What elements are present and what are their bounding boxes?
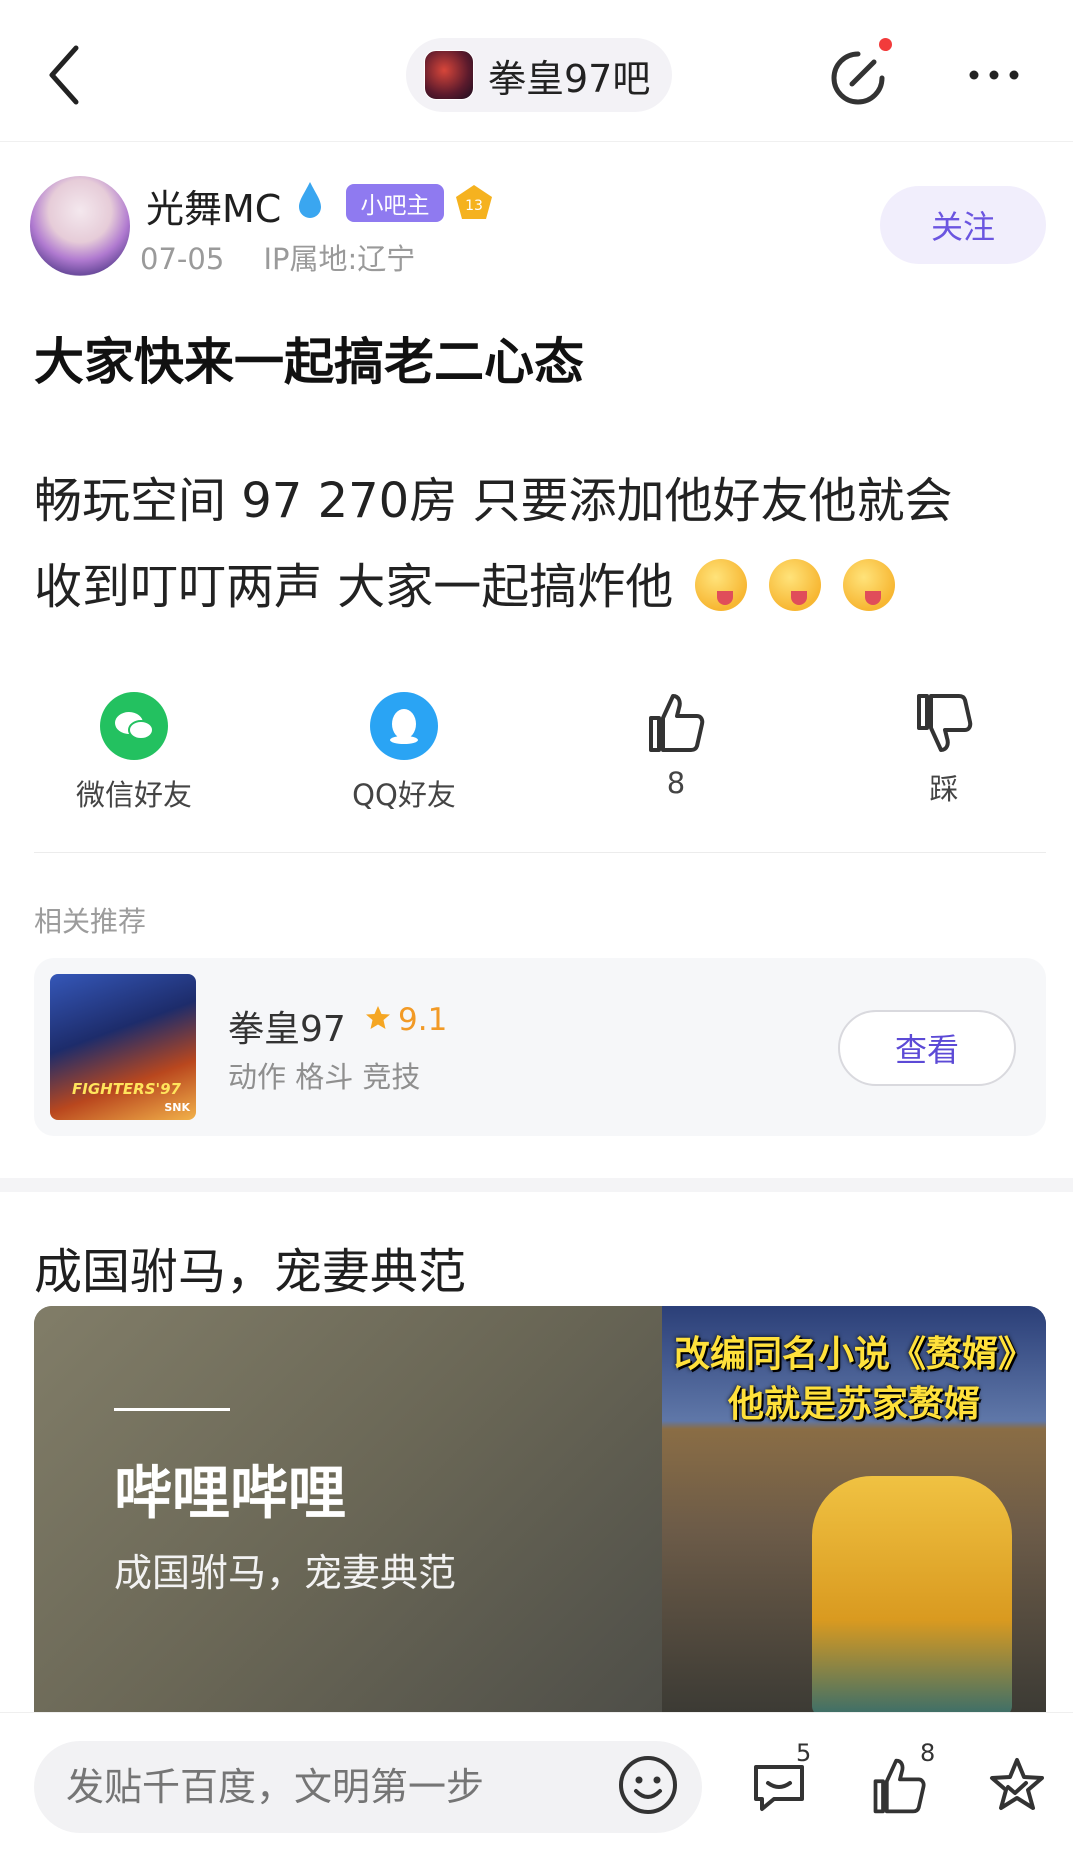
like-button[interactable]: 8 bbox=[576, 686, 776, 800]
post-body-line: 畅玩空间 97 270房 只要添加他好友他就会 bbox=[34, 473, 953, 529]
yum-emoji-icon bbox=[843, 559, 896, 611]
thumbs-up-icon bbox=[649, 694, 705, 752]
comment-input[interactable] bbox=[34, 1741, 702, 1833]
ad-caption: 改编同名小说《赘婿》 他就是苏家赘婿 bbox=[662, 1330, 1046, 1430]
divider bbox=[34, 852, 1046, 853]
game-cover-brand: SNK bbox=[164, 1101, 190, 1114]
water-drop-icon bbox=[299, 182, 321, 218]
comment-count: 5 bbox=[796, 1739, 812, 1767]
emoji-icon[interactable] bbox=[616, 1753, 680, 1817]
ad-video-thumbnail: 改编同名小说《赘婿》 他就是苏家赘婿 bbox=[662, 1306, 1046, 1716]
post-body-line-2: 收到叮叮两声 大家一起搞炸他 bbox=[34, 544, 1044, 630]
game-name: 拳皇97 bbox=[228, 1009, 346, 1050]
ad-banner[interactable]: 哔哩哔哩 成国驸马，宠妻典范 改编同名小说《赘婿》 他就是苏家赘婿 bbox=[34, 1306, 1046, 1716]
notification-dot bbox=[879, 38, 892, 51]
forum-name: 拳皇97吧 bbox=[488, 56, 651, 101]
bottom-bar: 5 8 bbox=[0, 1712, 1073, 1857]
game-cover-logo: FIGHTERS'97 bbox=[72, 1080, 181, 1098]
post-body: 畅玩空间 97 270房 只要添加他好友他就会 收到叮叮两声 大家一起搞炸他 bbox=[34, 458, 1044, 630]
follow-button[interactable]: 关注 bbox=[880, 186, 1046, 264]
author-avatar[interactable] bbox=[30, 176, 130, 276]
dislike-label: 踩 bbox=[929, 772, 959, 806]
game-rating: 9.1 bbox=[398, 1002, 448, 1038]
wechat-icon bbox=[100, 692, 168, 760]
ad-character-figure bbox=[812, 1476, 1012, 1716]
role-badge: 小吧主 bbox=[346, 184, 444, 222]
ad-subtitle: 成国驸马，宠妻典范 bbox=[114, 1551, 457, 1595]
back-icon[interactable] bbox=[40, 40, 90, 110]
ad-left-panel: 哔哩哔哩 成国驸马，宠妻典范 bbox=[34, 1306, 662, 1716]
ad-brand: 哔哩哔哩 bbox=[114, 1459, 347, 1527]
level-number: 13 bbox=[465, 198, 483, 214]
qq-label: QQ好友 bbox=[352, 778, 456, 812]
game-tags: 动作 格斗 竞技 bbox=[228, 1060, 421, 1094]
thumbs-down-icon bbox=[917, 694, 973, 752]
forum-avatar bbox=[424, 50, 474, 100]
ad-caption-line-2: 他就是苏家赘婿 bbox=[727, 1384, 980, 1425]
like-count: 8 bbox=[666, 766, 686, 800]
author-name[interactable]: 光舞MC bbox=[146, 178, 281, 233]
game-cover-image: FIGHTERS'97 SNK bbox=[50, 974, 196, 1120]
related-recommend-label: 相关推荐 bbox=[34, 905, 147, 938]
ad-accent-line bbox=[114, 1408, 230, 1411]
post-meta: 07-05 IP属地:辽宁 bbox=[140, 236, 445, 278]
share-action-row: 微信好友 QQ好友 8 踩 bbox=[0, 686, 1073, 816]
view-button[interactable]: 查看 bbox=[838, 1010, 1016, 1086]
wechat-label: 微信好友 bbox=[75, 778, 192, 812]
ad-caption-line: 改编同名小说《赘婿》 bbox=[673, 1334, 1034, 1375]
dislike-button[interactable]: 踩 bbox=[844, 686, 1044, 808]
top-nav-bar: 拳皇97吧 bbox=[0, 0, 1073, 142]
ip-location: IP属地:辽宁 bbox=[263, 242, 416, 276]
yum-emoji-icon bbox=[769, 559, 822, 611]
like-count-badge: 8 bbox=[920, 1739, 936, 1767]
ad-title[interactable]: 成国驸马，宠妻典范 bbox=[34, 1232, 466, 1302]
more-icon[interactable] bbox=[964, 60, 1024, 90]
post-body-text: 收到叮叮两声 大家一起搞炸他 bbox=[34, 559, 674, 615]
post-date: 07-05 bbox=[140, 242, 225, 276]
star-favorite-icon[interactable] bbox=[986, 1755, 1048, 1817]
edit-icon[interactable] bbox=[828, 48, 888, 108]
game-recommend-card[interactable]: FIGHTERS'97 SNK 拳皇97 9.1 动作 格斗 竞技 查看 bbox=[34, 958, 1046, 1136]
share-wechat-button[interactable]: 微信好友 bbox=[34, 686, 234, 814]
yum-emoji-icon bbox=[695, 559, 748, 611]
qq-icon bbox=[370, 692, 438, 760]
star-icon bbox=[366, 1006, 390, 1029]
share-qq-button[interactable]: QQ好友 bbox=[304, 686, 504, 814]
forum-header-pill[interactable]: 拳皇97吧 bbox=[406, 38, 672, 112]
post-title: 大家快来一起搞老二心态 bbox=[34, 333, 584, 391]
level-badge: 13 bbox=[456, 185, 492, 219]
section-separator bbox=[0, 1178, 1073, 1192]
